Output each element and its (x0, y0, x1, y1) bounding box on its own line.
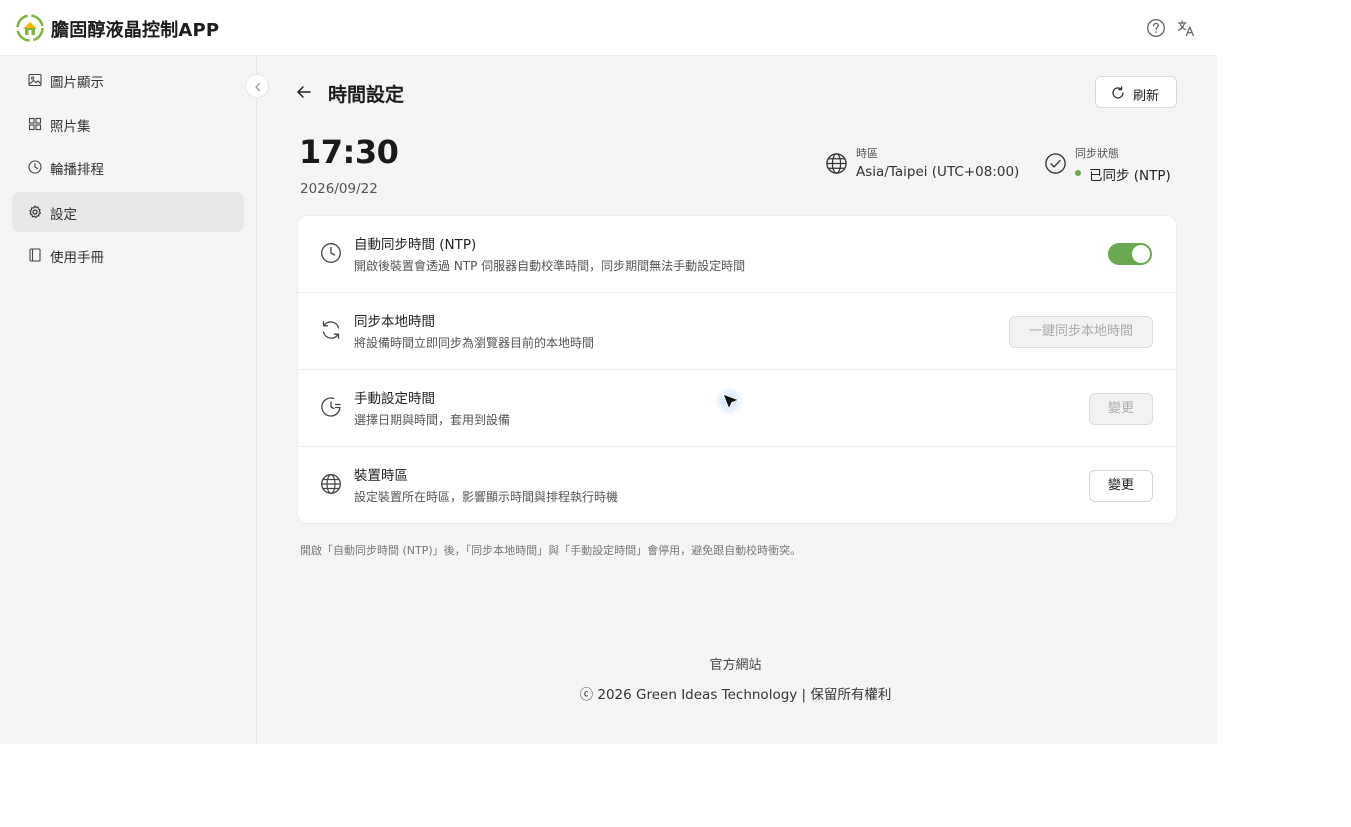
chevron-left-icon (255, 82, 261, 92)
setting-row-timezone: 裝置時區 設定裝置所在時區，影響顯示時間與排程執行時機 變更 (298, 447, 1176, 524)
clock-icon (321, 243, 341, 263)
app-logo-icon (16, 14, 44, 42)
sync-icon (322, 321, 340, 339)
timezone-change-button[interactable]: 變更 (1089, 470, 1153, 502)
sidebar-item-gallery[interactable]: 照片集 (12, 104, 244, 144)
setting-row-auto-sync: 自動同步時間 (NTP) 開啟後裝置會透過 NTP 伺服器自動校準時間，同步期間… (298, 216, 1176, 293)
sidebar-item-label: 圖片顯示 (50, 75, 104, 91)
image-icon (28, 73, 42, 87)
time-settings-card: 自動同步時間 (NTP) 開啟後裝置會透過 NTP 伺服器自動校準時間，同步期間… (297, 215, 1177, 524)
app-header: 膽固醇液晶控制APP (0, 0, 1217, 56)
book-icon (29, 248, 41, 262)
back-arrow-icon[interactable] (294, 82, 314, 102)
ntp-note: 開啟「自動同步時間 (NTP)」後，「同步本地時間」與「手動設定時間」會停用，避… (300, 544, 802, 557)
official-website-link[interactable]: 官方網站 (0, 654, 1351, 673)
app-window: 膽固醇液晶控制APP 圖片顯示 照片集 輪播排程 設定 使用手冊 時間設定 刷新… (0, 0, 1217, 744)
refresh-icon (1112, 86, 1124, 99)
clock-icon (28, 160, 42, 174)
translate-icon[interactable] (1176, 18, 1196, 38)
sync-local-time-button[interactable]: 一鍵同步本地時間 (1009, 316, 1153, 348)
footer-copyright: ⓒ 2026 Green Ideas Technology | 保留所有權利 (579, 687, 892, 703)
setting-title: 自動同步時間 (NTP) (354, 237, 477, 253)
sync-status-label: 同步狀態 (1075, 147, 1119, 160)
sidebar-item-schedule[interactable]: 輪播排程 (12, 147, 244, 187)
timezone-label: 時區 (856, 147, 878, 160)
setting-title: 裝置時區 (354, 468, 408, 484)
help-icon[interactable] (1146, 18, 1166, 38)
auto-sync-toggle[interactable] (1108, 243, 1152, 265)
page-title: 時間設定 (328, 84, 405, 106)
setting-title: 手動設定時間 (354, 391, 435, 407)
globe-icon (826, 153, 847, 174)
gear-icon (29, 205, 42, 219)
sidebar-item-settings[interactable]: 設定 (12, 192, 244, 232)
refresh-button-label: 刷新 (1133, 89, 1160, 104)
clock-edit-icon (321, 397, 341, 417)
setting-row-sync-local: 同步本地時間 將設備時間立即同步為瀏覽器目前的本地時間 一鍵同步本地時間 (298, 293, 1176, 370)
check-circle-icon (1045, 153, 1066, 174)
sidebar-item-image-display[interactable]: 圖片顯示 (12, 60, 244, 100)
setting-description: 開啟後裝置會透過 NTP 伺服器自動校準時間，同步期間無法手動設定時間 (354, 259, 746, 273)
sidebar-item-label: 輪播排程 (50, 162, 104, 178)
app-title: 膽固醇液晶控制APP (51, 20, 220, 41)
sidebar-item-manual[interactable]: 使用手冊 (12, 235, 244, 275)
timezone-value: Asia/Taipei (UTC+08:00) (856, 164, 1020, 180)
sidebar-collapse-button[interactable] (245, 74, 269, 98)
current-date: 2026/09/22 (300, 181, 378, 197)
grid-icon (28, 117, 42, 131)
globe-icon (321, 474, 341, 494)
setting-description: 設定裝置所在時區，影響顯示時間與排程執行時機 (354, 490, 619, 504)
sidebar-item-label: 使用手冊 (50, 250, 104, 266)
refresh-button[interactable]: 刷新 (1095, 76, 1177, 108)
sidebar-item-label: 照片集 (50, 119, 91, 135)
sync-status-value: 已同步 (NTP) (1089, 168, 1171, 184)
setting-description: 將設備時間立即同步為瀏覽器目前的本地時間 (354, 336, 595, 350)
sidebar-item-label: 設定 (50, 207, 77, 223)
setting-title: 同步本地時間 (354, 314, 435, 330)
manual-time-change-button[interactable]: 變更 (1089, 393, 1153, 425)
current-time: 17:30 (299, 133, 399, 171)
sidebar: 圖片顯示 照片集 輪播排程 設定 使用手冊 (0, 56, 257, 744)
sync-status-dot (1075, 170, 1081, 176)
setting-description: 選擇日期與時間，套用到設備 (354, 413, 511, 427)
toggle-knob (1132, 245, 1150, 263)
mouse-cursor-icon (722, 393, 740, 410)
